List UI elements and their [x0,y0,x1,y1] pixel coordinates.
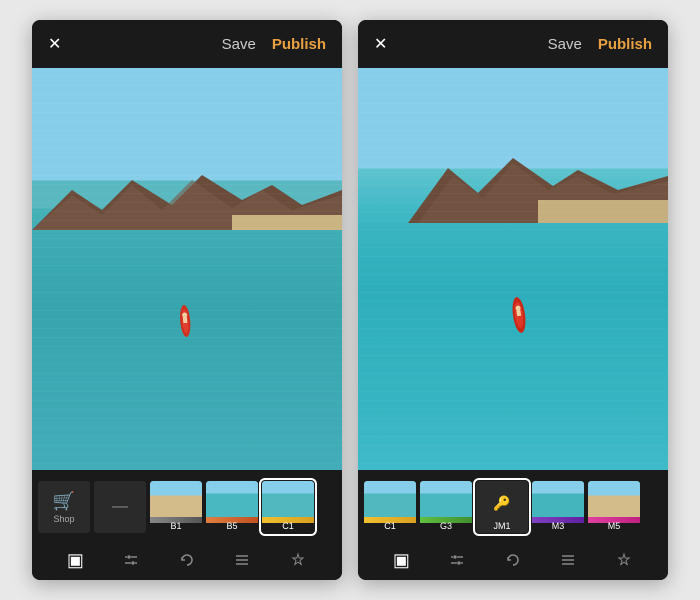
filter-g3-thumb-right [420,481,472,517]
scene-right [358,68,668,470]
filter-m3-right[interactable]: M3 [532,481,584,533]
top-bar-right-left-section: ✕ [374,34,387,54]
close-button-right[interactable]: ✕ [374,34,387,54]
filters-bar-left: 🛒 Shop — B1 B5 C1 [32,470,342,580]
save-label-right[interactable]: Save [548,36,582,53]
filter-thumbnails-left: 🛒 Shop — B1 B5 C1 [32,470,342,540]
save-label-left[interactable]: Save [222,36,256,53]
toolbar-menu-icon-right[interactable] [559,551,577,569]
filter-b1-thumb [150,481,202,517]
publish-label-right[interactable]: Publish [598,36,652,53]
filter-jm1-right[interactable]: 🔑 JM1 [476,481,528,533]
publish-label-left[interactable]: Publish [272,36,326,53]
top-bar-right-section-left: Save Publish [222,36,326,53]
toolbar-frame-icon-right[interactable]: ▣ [393,550,410,571]
shop-label-left: Shop [53,514,74,524]
right-panel: ✕ Save Publish [358,20,668,580]
filter-c1-left[interactable]: C1 [262,481,314,533]
toolbar-star-icon-right[interactable] [615,551,633,569]
key-icon-right: 🔑 [493,495,510,512]
left-panel: ✕ Save Publish [32,20,342,580]
bottom-toolbar-right: ▣ [358,540,668,580]
image-area-right [358,68,668,470]
filter-jm1-inner: 🔑 [476,481,528,525]
toolbar-frame-icon-left[interactable]: ▣ [67,550,84,571]
filters-bar-right: C1 G3 🔑 JM1 M3 [358,470,668,580]
image-area-left [32,68,342,470]
filter-m3-thumb-right [532,481,584,517]
top-bar-left: ✕ Save Publish [32,20,342,68]
toolbar-revert-icon-right[interactable] [504,551,522,569]
scene-left [32,68,342,470]
filter-none-left[interactable]: — [94,481,146,533]
filter-none-icon-left: — [112,498,128,516]
water-texture-right [358,68,668,470]
filter-c1-thumb [262,481,314,517]
toolbar-revert-icon-left[interactable] [178,551,196,569]
top-bar-right: ✕ Save Publish [358,20,668,68]
filter-c1-label: C1 [262,521,314,531]
kayak-left [174,301,195,342]
toolbar-adjust-icon-right[interactable] [448,551,466,569]
toolbar-adjust-icon-left[interactable] [122,551,140,569]
filter-b5-label: B5 [206,521,258,531]
filter-thumbnails-right: C1 G3 🔑 JM1 M3 [358,470,668,540]
filter-g3-label-right: G3 [420,521,472,531]
filter-m3-label-right: M3 [532,521,584,531]
bottom-toolbar-left: ▣ [32,540,342,580]
top-bar-left-section: ✕ [48,34,61,54]
shop-icon-left: 🛒 [53,491,75,512]
filter-b1-left[interactable]: B1 [150,481,202,533]
water-texture-left [32,68,342,470]
filter-b1-label: B1 [150,521,202,531]
filter-c1-label-right: C1 [364,521,416,531]
filter-b5-thumb [206,481,258,517]
filter-c1-thumb-right [364,481,416,517]
filter-b5-left[interactable]: B5 [206,481,258,533]
shop-button-left[interactable]: 🛒 Shop [38,481,90,533]
toolbar-menu-icon-left[interactable] [233,551,251,569]
toolbar-star-icon-left[interactable] [289,551,307,569]
filter-jm1-label-right: JM1 [476,521,528,531]
filter-g3-right[interactable]: G3 [420,481,472,533]
close-button-left[interactable]: ✕ [48,34,61,54]
filter-m5-thumb-right [588,481,640,517]
filter-m5-right[interactable]: M5 [588,481,640,533]
top-bar-right-right-section: Save Publish [548,36,652,53]
filter-m5-label-right: M5 [588,521,640,531]
filter-c1-right[interactable]: C1 [364,481,416,533]
